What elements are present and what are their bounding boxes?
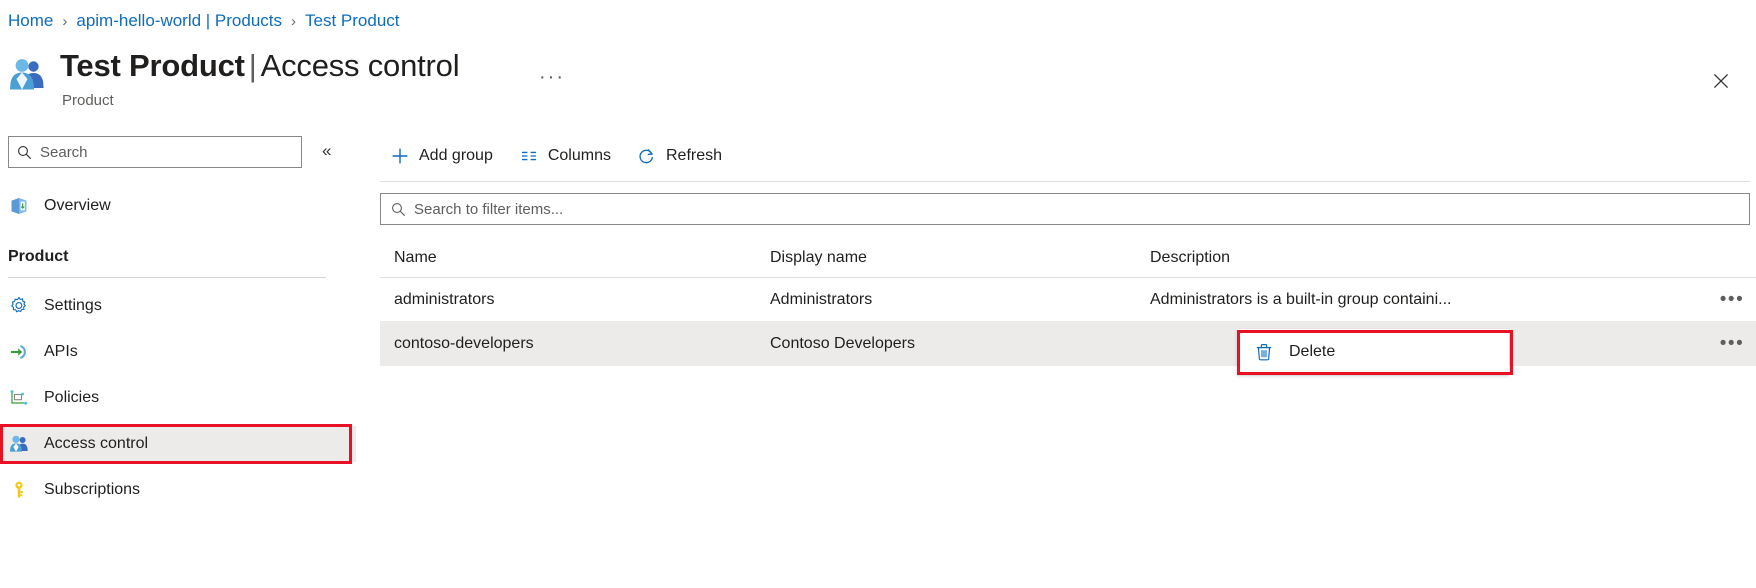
sidebar-item-subscriptions[interactable]: Subscriptions bbox=[0, 472, 356, 508]
breadcrumb-separator-icon: › bbox=[62, 13, 67, 30]
breadcrumb-item-apim-products[interactable]: apim-hello-world | Products bbox=[76, 11, 282, 31]
refresh-icon bbox=[637, 146, 657, 166]
access-control-people-icon bbox=[8, 58, 48, 92]
people-icon bbox=[8, 433, 30, 455]
filter-search-box[interactable] bbox=[380, 193, 1750, 225]
close-blade-button[interactable] bbox=[1704, 64, 1738, 98]
cell-display-name: Contoso Developers bbox=[770, 335, 1150, 353]
cell-name: administrators bbox=[380, 291, 770, 309]
close-icon bbox=[1713, 73, 1729, 89]
context-menu-item-label: Delete bbox=[1289, 343, 1335, 361]
cell-description: Administrators is a built-in group conta… bbox=[1150, 291, 1756, 309]
sidebar-item-policies[interactable]: Policies bbox=[0, 380, 356, 416]
table-row[interactable]: contoso-developers Contoso Developers ••… bbox=[380, 322, 1756, 366]
sidebar-item-apis[interactable]: APIs bbox=[0, 334, 356, 370]
sidebar-search-box[interactable] bbox=[8, 136, 302, 168]
trash-icon bbox=[1253, 341, 1275, 363]
breadcrumb-item-test-product[interactable]: Test Product bbox=[305, 11, 400, 31]
page-title-divider: | bbox=[249, 48, 257, 83]
filter-input[interactable] bbox=[412, 200, 1739, 219]
column-header-display-name[interactable]: Display name bbox=[770, 249, 1150, 267]
search-icon bbox=[391, 202, 406, 217]
columns-label: Columns bbox=[548, 147, 611, 165]
context-menu-delete-item[interactable]: Delete bbox=[1237, 329, 1509, 375]
refresh-label: Refresh bbox=[666, 147, 722, 165]
columns-button[interactable]: Columns bbox=[509, 139, 621, 173]
sidebar-item-label: Settings bbox=[44, 297, 102, 315]
table-row[interactable]: administrators Administrators Administra… bbox=[380, 278, 1756, 322]
sidebar-item-access-control[interactable]: Access control bbox=[0, 426, 356, 462]
blade-header: Test Product|Access control ··· Product bbox=[8, 42, 1748, 112]
page-title-section: Access control bbox=[261, 48, 460, 83]
page-title: Test Product|Access control bbox=[60, 48, 459, 84]
columns-icon bbox=[519, 146, 539, 166]
sidebar-item-label: Overview bbox=[44, 197, 111, 215]
sidebar-item-label: Subscriptions bbox=[44, 481, 140, 499]
sidebar-divider bbox=[8, 277, 326, 278]
sidebar-item-settings[interactable]: Settings bbox=[0, 288, 356, 324]
policies-flow-icon bbox=[8, 387, 30, 409]
apis-arrow-icon bbox=[8, 341, 30, 363]
page-title-resource: Test Product bbox=[60, 48, 245, 83]
row-context-menu-icon[interactable]: ••• bbox=[1716, 330, 1748, 358]
gear-icon bbox=[8, 295, 30, 317]
row-context-menu-icon[interactable]: ••• bbox=[1716, 286, 1748, 314]
breadcrumb: Home › apim-hello-world | Products › Tes… bbox=[8, 8, 400, 34]
blade-content: Add group Columns Refresh bbox=[380, 130, 1756, 588]
sidebar-item-overview[interactable]: Overview bbox=[0, 188, 356, 224]
breadcrumb-separator-icon: › bbox=[291, 13, 296, 30]
sidebar-group-header: Product bbox=[8, 248, 68, 266]
plus-icon bbox=[390, 146, 410, 166]
sidebar-item-label: Access control bbox=[44, 435, 148, 453]
table-header-row: Name Display name Description bbox=[380, 238, 1756, 278]
page-subtitle: Product bbox=[62, 92, 114, 109]
groups-table: Name Display name Description administra… bbox=[380, 238, 1756, 366]
cell-name: contoso-developers bbox=[380, 335, 770, 353]
refresh-button[interactable]: Refresh bbox=[627, 139, 732, 173]
overview-cube-icon bbox=[8, 195, 30, 217]
breadcrumb-item-home[interactable]: Home bbox=[8, 11, 53, 31]
cell-display-name: Administrators bbox=[770, 291, 1150, 309]
command-bar-divider bbox=[380, 181, 1750, 182]
collapse-sidebar-button[interactable]: « bbox=[318, 140, 335, 161]
column-header-name[interactable]: Name bbox=[380, 249, 770, 267]
add-group-button[interactable]: Add group bbox=[380, 139, 503, 173]
blade-sidebar: « Overview Product Settings bbox=[0, 130, 356, 588]
search-input[interactable] bbox=[38, 143, 293, 162]
column-header-description[interactable]: Description bbox=[1150, 249, 1756, 267]
add-group-label: Add group bbox=[419, 147, 493, 165]
command-bar: Add group Columns Refresh bbox=[380, 136, 738, 176]
sidebar-item-label: Policies bbox=[44, 389, 99, 407]
search-icon bbox=[17, 145, 32, 160]
key-icon bbox=[8, 479, 30, 501]
sidebar-item-label: APIs bbox=[44, 343, 78, 361]
blade-more-menu-icon[interactable]: ··· bbox=[533, 64, 571, 91]
azure-portal-blade: Home › apim-hello-world | Products › Tes… bbox=[0, 0, 1756, 588]
